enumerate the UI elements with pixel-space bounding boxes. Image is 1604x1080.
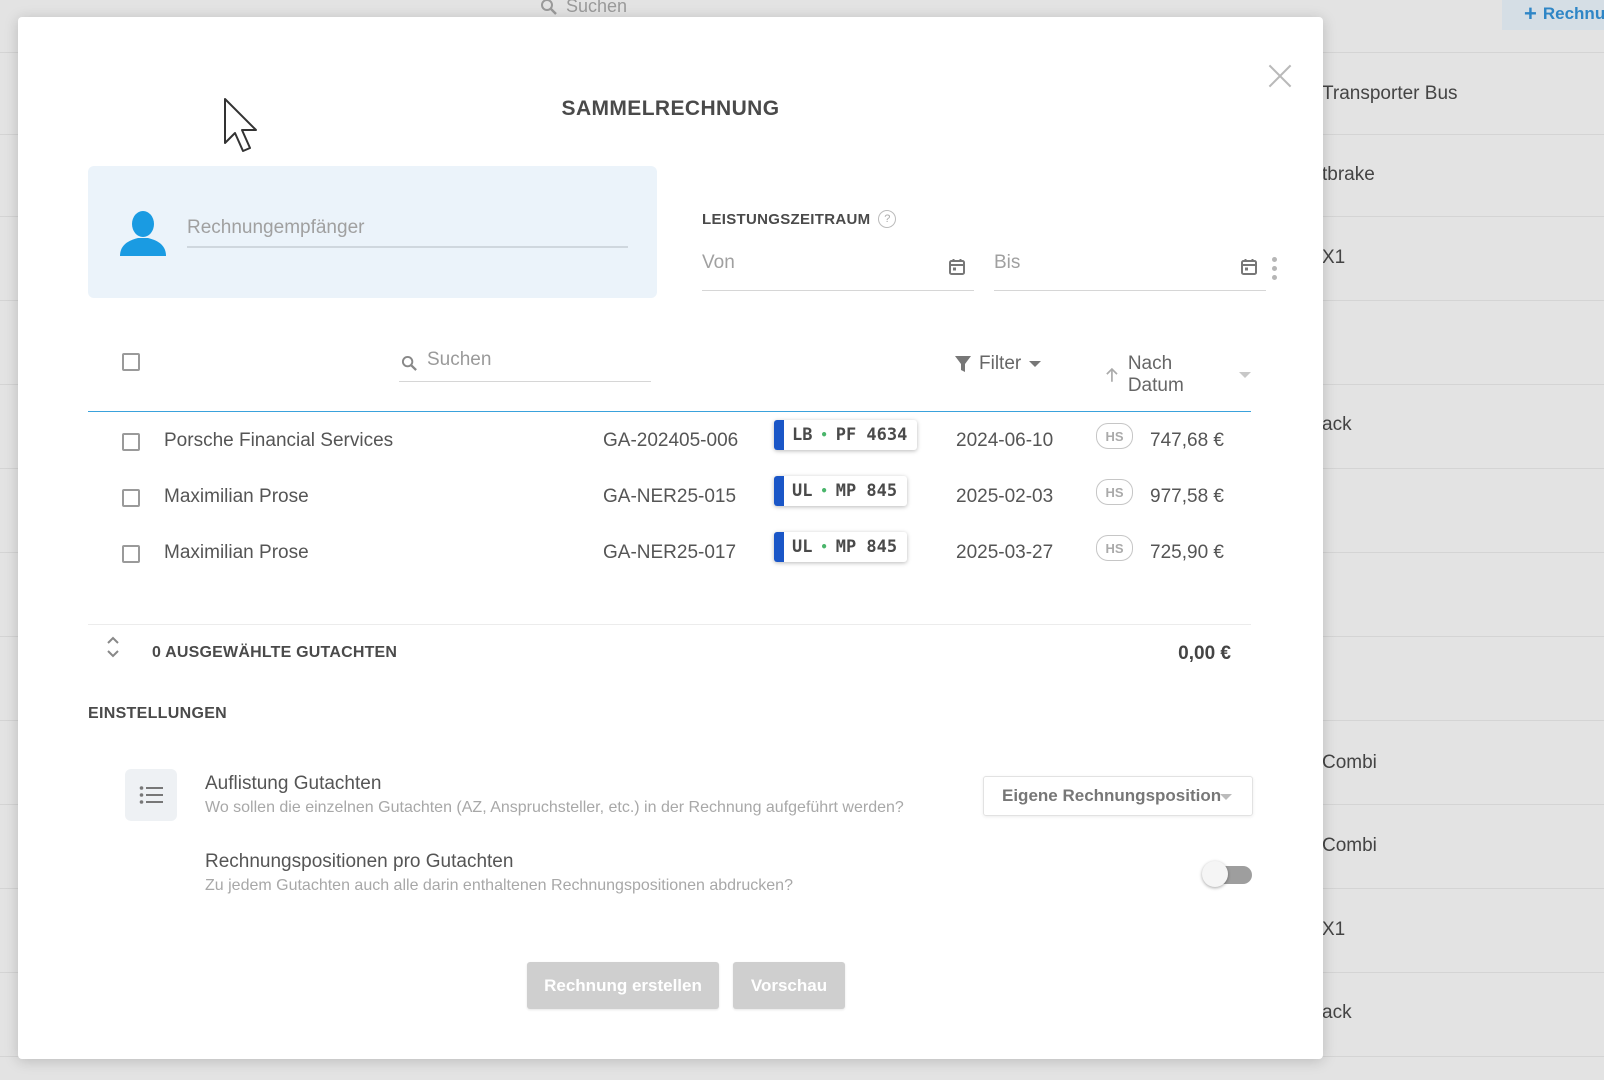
report-number: GA-NER25-017 — [603, 542, 737, 563]
plate-district: LB — [792, 425, 813, 445]
row-checkbox[interactable] — [122, 433, 140, 451]
recipient-input[interactable] — [187, 210, 628, 248]
summary-divider — [88, 624, 1251, 625]
plate-seal-icon: • — [820, 540, 828, 554]
selected-count-label: 0 AUSGEWÄHLTE GUTACHTEN — [152, 644, 398, 661]
mouse-cursor-icon — [224, 98, 257, 152]
positions-setting-description: Zu jedem Gutachten auch alle darin entha… — [205, 877, 793, 894]
report-amount: 747,68 € — [1150, 430, 1224, 451]
to-date-field[interactable] — [994, 242, 1266, 291]
list-header: Filter Nach Datum — [88, 329, 1251, 412]
list-search-input[interactable] — [427, 349, 647, 371]
background-row-label: tbrake — [1322, 164, 1375, 185]
report-type-badge: HS — [1096, 535, 1133, 561]
toggle-knob — [1202, 861, 1228, 887]
plus-icon: + — [1524, 1, 1537, 26]
help-icon[interactable]: ? — [878, 210, 897, 228]
background-add-label: Rechnu — [1542, 4, 1604, 23]
plate-eu-band — [774, 532, 784, 562]
listing-select-value: Eigene Rechnungsposition — [1002, 786, 1222, 805]
list-icon — [125, 769, 177, 821]
background-row-label: X1 — [1322, 919, 1346, 940]
preview-button[interactable]: Vorschau — [733, 962, 845, 1009]
plate-seal-icon: • — [820, 484, 828, 498]
background-add-button: + Rechnu — [1502, 0, 1604, 30]
to-date-input[interactable] — [994, 252, 1212, 274]
listing-setting-name: Auflistung Gutachten — [205, 773, 382, 794]
background-search-label: Suchen — [566, 0, 628, 16]
report-type-badge: HS — [1096, 423, 1133, 449]
client-name: Maximilian Prose — [164, 486, 309, 507]
filter-button[interactable]: Filter — [955, 353, 1042, 375]
plate-eu-band — [774, 476, 784, 506]
report-type-badge: HS — [1096, 479, 1133, 505]
create-invoice-button[interactable]: Rechnung erstellen — [527, 962, 719, 1009]
period-label: LEISTUNGSZEITRAUM — [702, 210, 871, 228]
filter-label: Filter — [979, 353, 1022, 374]
positions-setting-name: Rechnungspositionen pro Gutachten — [205, 851, 514, 872]
sort-label: Nach Datum — [1127, 353, 1184, 396]
search-icon — [401, 355, 417, 371]
calendar-icon[interactable] — [948, 258, 966, 276]
listing-setting-description: Wo sollen die einzelnen Gutachten (AZ, A… — [205, 799, 904, 816]
client-name: Maximilian Prose — [164, 542, 309, 563]
background-row-label: Combi — [1322, 752, 1377, 773]
background-row-label: ack — [1322, 1002, 1352, 1023]
report-date: 2025-03-27 — [956, 542, 1054, 563]
listing-select[interactable]: Eigene Rechnungsposition — [983, 776, 1253, 816]
row-checkbox[interactable] — [122, 489, 140, 507]
user-icon — [120, 211, 166, 256]
report-list: Porsche Financial Services GA-202405-006… — [88, 414, 1251, 582]
plate-district: UL — [792, 537, 813, 557]
background-search: Suchen — [540, 0, 627, 17]
dialog-title: SAMMELRECHNUNG — [561, 97, 780, 120]
license-plate: UL • MP 845 — [774, 532, 908, 562]
table-row[interactable]: Maximilian Prose GA-NER25-017 UL • MP 84… — [88, 526, 1251, 582]
from-date-input[interactable] — [702, 252, 920, 274]
search-icon — [541, 0, 557, 15]
caret-down-icon — [1029, 361, 1042, 367]
from-date-field[interactable] — [702, 242, 974, 291]
filter-icon — [955, 356, 971, 372]
background-row-label: ack — [1322, 414, 1352, 435]
report-date: 2025-02-03 — [956, 486, 1054, 507]
caret-down-icon — [1220, 794, 1232, 800]
positions-toggle[interactable] — [1202, 861, 1252, 887]
select-all-checkbox[interactable] — [122, 353, 140, 371]
expand-collapse-icon[interactable] — [106, 634, 120, 660]
selected-total: 0,00 € — [1178, 643, 1231, 664]
caret-down-icon — [1239, 372, 1251, 378]
row-checkbox[interactable] — [122, 545, 140, 563]
table-row[interactable]: Maximilian Prose GA-NER25-015 UL • MP 84… — [88, 470, 1251, 526]
client-name: Porsche Financial Services — [164, 430, 394, 451]
settings-title: EINSTELLUNGEN — [88, 705, 228, 722]
close-button[interactable] — [1267, 63, 1293, 89]
report-amount: 977,58 € — [1150, 486, 1224, 507]
background-row-label: Transporter Bus — [1322, 83, 1458, 104]
table-row[interactable]: Porsche Financial Services GA-202405-006… — [88, 414, 1251, 470]
plate-seal-icon: • — [820, 428, 828, 442]
sort-button[interactable]: Nach Datum — [1106, 353, 1251, 397]
plate-eu-band — [774, 420, 784, 450]
period-label-group: LEISTUNGSZEITRAUM ? — [702, 210, 897, 228]
plate-district: UL — [792, 481, 813, 501]
more-options-icon[interactable] — [1272, 257, 1278, 283]
calendar-icon[interactable] — [1240, 258, 1258, 276]
report-amount: 725,90 € — [1150, 542, 1224, 563]
collective-invoice-dialog: SAMMELRECHNUNG LEISTUNGSZEITRAUM ? Filte… — [18, 17, 1323, 1059]
arrow-up-icon — [1106, 367, 1118, 382]
license-plate: UL • MP 845 — [774, 476, 908, 506]
plate-number: PF 4634 — [835, 425, 908, 445]
report-number: GA-202405-006 — [603, 430, 739, 451]
plate-number: MP 845 — [835, 537, 898, 557]
background-row-label: X1 — [1322, 247, 1346, 268]
recipient-panel — [88, 166, 657, 298]
plate-number: MP 845 — [835, 481, 898, 501]
report-date: 2024-06-10 — [956, 430, 1054, 451]
selection-summary[interactable]: 0 AUSGEWÄHLTE GUTACHTEN 0,00 € — [106, 631, 1243, 673]
background-row-label: Combi — [1322, 835, 1377, 856]
report-number: GA-NER25-015 — [603, 486, 737, 507]
license-plate: LB • PF 4634 — [774, 420, 918, 450]
list-search[interactable] — [399, 347, 651, 382]
